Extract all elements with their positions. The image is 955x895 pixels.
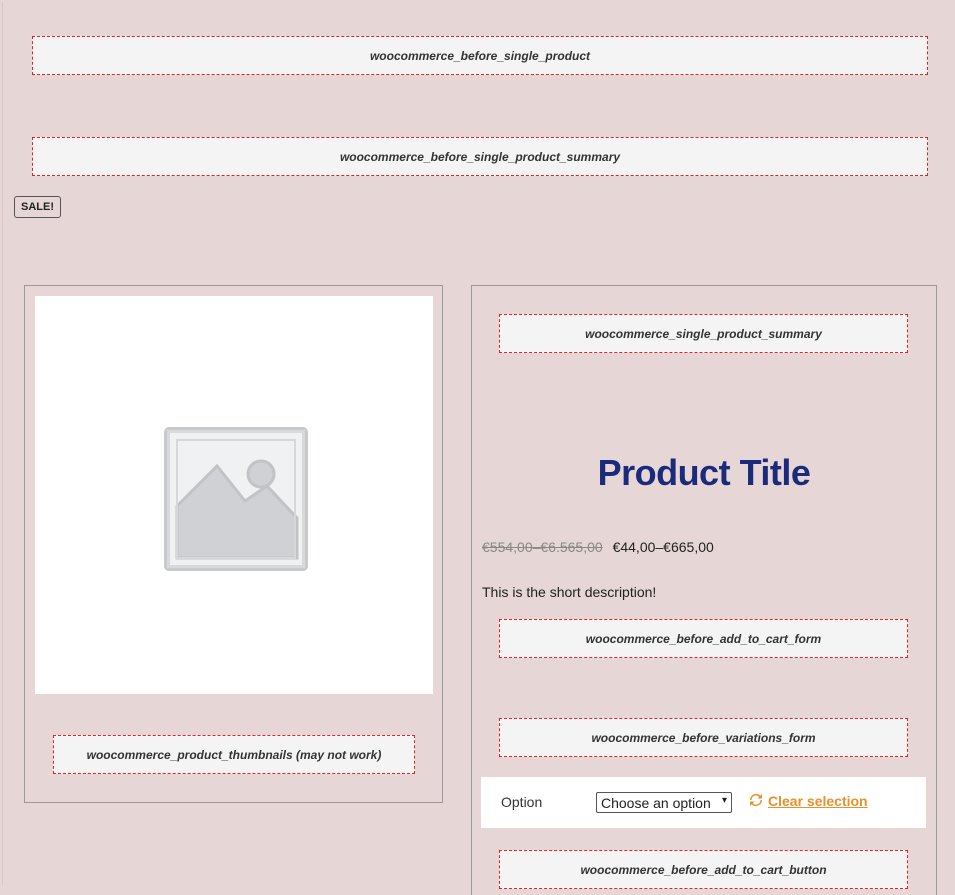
hook-label: woocommerce_before_add_to_cart_form [585,631,822,646]
short-description: This is the short description! [482,584,657,600]
image-placeholder-icon [164,427,308,571]
refresh-icon[interactable] [747,791,765,809]
hook-before-single-product: woocommerce_before_single_product [32,36,928,75]
variation-select-value: Choose an option [601,794,711,811]
clear-selection-link[interactable]: Clear selection [768,793,868,809]
hook-label: woocommerce_single_product_summary [585,326,822,341]
price-regular: €554,00–€6.565,00 [482,539,603,555]
page: woocommerce_before_single_product woocom… [2,2,955,895]
hook-label: woocommerce_before_single_product [369,48,591,63]
chevron-down-icon: ▾ [721,795,727,806]
hook-label: woocommerce_product_thumbnails (may not … [86,747,382,762]
variations-row: Option Choose an option ▾ Clear selectio… [481,777,926,828]
hook-label: woocommerce_before_add_to_cart_button [580,862,827,877]
hook-before-add-to-cart-form: woocommerce_before_add_to_cart_form [499,619,908,658]
variation-select[interactable]: Choose an option ▾ [596,792,732,813]
hook-single-product-summary: woocommerce_single_product_summary [499,314,908,353]
price-sale: €44,00–€665,00 [612,539,714,555]
product-price: €554,00–€6.565,00 €44,00–€665,00 [482,539,714,555]
product-title: Product Title [597,452,811,493]
sale-badge: SALE! [14,196,61,218]
hook-before-variations-form: woocommerce_before_variations_form [499,718,908,757]
product-gallery: woocommerce_product_thumbnails (may not … [24,285,443,803]
sale-badge-label: SALE! [21,201,54,213]
hook-product-thumbnails: woocommerce_product_thumbnails (may not … [53,735,415,774]
hook-label: woocommerce_before_single_product_summar… [339,149,621,164]
product-summary: woocommerce_single_product_summary Produ… [471,285,937,895]
hook-label: woocommerce_before_variations_form [591,730,816,745]
variation-label: Option [501,794,543,810]
product-image[interactable] [35,296,433,694]
hook-before-add-to-cart-button: woocommerce_before_add_to_cart_button [499,850,908,889]
hook-before-single-product-summary: woocommerce_before_single_product_summar… [32,137,928,176]
